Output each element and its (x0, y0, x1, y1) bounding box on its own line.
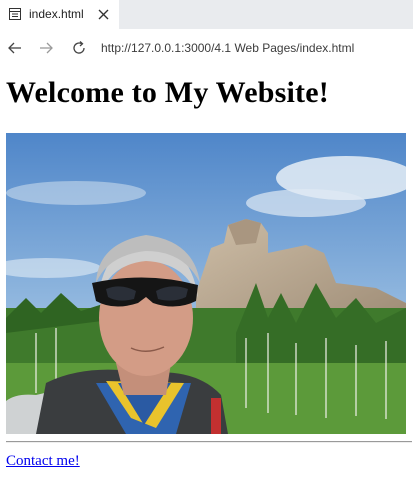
close-icon[interactable] (98, 9, 109, 20)
address-bar[interactable]: http://127.0.0.1:3000/4.1 Web Pages/inde… (101, 41, 354, 55)
page-title: Welcome to My Website! (6, 76, 329, 109)
back-arrow-icon[interactable] (7, 40, 23, 56)
tab-title: index.html (29, 7, 84, 21)
forward-arrow-icon[interactable] (38, 40, 54, 56)
contact-link[interactable]: Contact me! (6, 453, 80, 470)
browser-toolbar: http://127.0.0.1:3000/4.1 Web Pages/inde… (0, 29, 413, 67)
reload-icon[interactable] (71, 40, 87, 56)
horizontal-rule (6, 441, 412, 443)
page-content: Welcome to My Website! Contact me! (0, 67, 413, 486)
tab-index[interactable]: index.html (0, 0, 119, 29)
tab-strip: index.html (0, 0, 413, 29)
page-icon (9, 8, 21, 20)
selfie-photo (6, 133, 406, 434)
